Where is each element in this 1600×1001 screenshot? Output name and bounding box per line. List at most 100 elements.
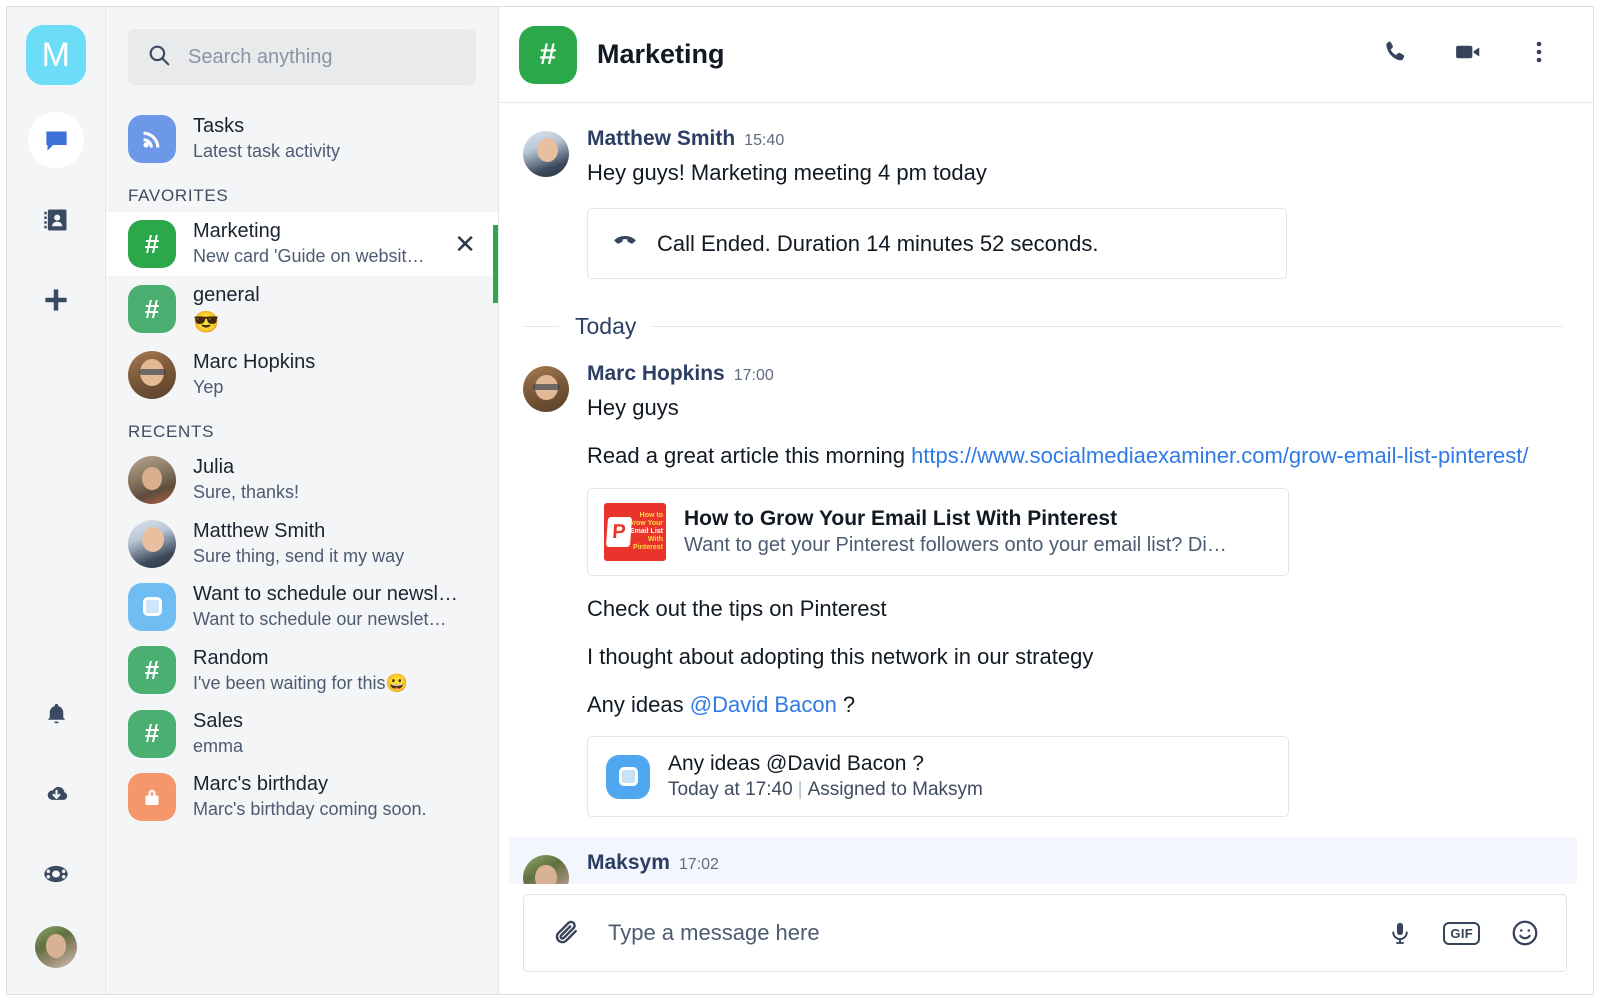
call-ended-text: Call Ended. Duration 14 minutes 52 secon… (657, 231, 1098, 257)
link-preview-card[interactable]: How to Grow Your Email List With Pintere… (587, 488, 1289, 576)
list-item-tasks[interactable]: Tasks Latest task activity (106, 107, 498, 170)
message-composer[interactable]: GIF (523, 894, 1567, 972)
article-link[interactable]: https://www.socialmediaexaminer.com/grow… (911, 443, 1528, 468)
day-divider: Today (523, 313, 1563, 340)
rail-item-downloads[interactable] (28, 766, 84, 822)
close-icon[interactable]: ✕ (446, 227, 484, 261)
list-item-text: general 😎 (193, 283, 476, 336)
app-window: M (6, 6, 1594, 995)
cloud-download-icon (42, 780, 71, 809)
link-preview-title: How to Grow Your Email List With Pintere… (684, 507, 1227, 531)
list-item-title: Marc Hopkins (193, 350, 476, 375)
list-item-subtitle: I've been waiting for this😀 (193, 672, 476, 695)
task-card-title: Any ideas @David Bacon ? (668, 752, 983, 776)
composer-area: GIF (499, 884, 1593, 994)
mention-david-bacon[interactable]: @David Bacon (690, 692, 837, 717)
list-item-subtitle: Latest task activity (193, 140, 476, 163)
search-area (106, 7, 498, 85)
list-item-subtitle: emma (193, 735, 476, 758)
video-call-button[interactable] (1441, 31, 1495, 78)
list-item-marcs-birthday[interactable]: Marc's birthday Marc's birthday coming s… (106, 765, 498, 828)
list-item-subtitle: New card 'Guide on website o… (193, 245, 429, 268)
rail-item-chat[interactable] (28, 112, 84, 168)
list-item-subtitle: 😎 (193, 309, 476, 336)
avatar (523, 131, 569, 177)
rail-item-add[interactable] (28, 272, 84, 328)
phone-icon (1381, 38, 1409, 71)
list-item-title: Random (193, 646, 476, 671)
message-author: Matthew Smith (587, 127, 735, 151)
section-label-favorites: FAVORITES (106, 170, 498, 212)
link-preview-description: Want to get your Pinterest followers ont… (684, 534, 1227, 557)
task-card-meta: Today at 17:40|Assigned to Maksym (668, 779, 983, 801)
list-item-title: Julia (193, 455, 476, 480)
search-box[interactable] (128, 29, 476, 85)
task-card[interactable]: Any ideas @David Bacon ? Today at 17:40|… (587, 736, 1289, 817)
list-item-marketing[interactable]: # Marketing New card 'Guide on website o… (106, 212, 498, 275)
list-item-newsletter-task[interactable]: Want to schedule our newsl… Want to sche… (106, 575, 498, 638)
list-item-title: Marketing (193, 219, 429, 244)
list-item-sales[interactable]: # Sales emma (106, 702, 498, 765)
avatar (128, 456, 176, 504)
divider-line-left (523, 326, 559, 327)
list-item-text: Matthew Smith Sure thing, send it my way (193, 519, 476, 568)
gif-icon[interactable]: GIF (1439, 922, 1484, 945)
message-list[interactable]: Matthew Smith 15:40 Hey guys! Marketing … (499, 103, 1593, 884)
message-text-with-mention: Any ideas @David Bacon ? (587, 689, 1563, 720)
message-text-prefix: Any ideas (587, 692, 690, 717)
list-item-title: Tasks (193, 114, 476, 139)
search-input[interactable] (188, 46, 458, 69)
microphone-icon[interactable] (1383, 919, 1417, 947)
message-input[interactable] (608, 920, 1361, 946)
list-item-random[interactable]: # Random I've been waiting for this😀 (106, 639, 498, 702)
plus-icon (41, 285, 71, 315)
list-item-text: Want to schedule our newsl… Want to sche… (193, 582, 476, 631)
section-label-recents: RECENTS (106, 406, 498, 448)
day-divider-label: Today (575, 313, 636, 340)
app-logo: M (26, 25, 86, 85)
message-meta: Maksym 17:02 (587, 851, 1563, 875)
message-text: I thought about adopting this network in… (587, 641, 1563, 672)
current-user-avatar[interactable] (35, 926, 77, 968)
list-item-matthew-smith[interactable]: Matthew Smith Sure thing, send it my way (106, 512, 498, 575)
list-item-title: Matthew Smith (193, 519, 476, 544)
list-item-marc-hopkins[interactable]: Marc Hopkins Yep (106, 343, 498, 406)
smiley-icon[interactable] (1506, 918, 1544, 948)
message-body: Marc Hopkins 17:00 Hey guys Read a great… (587, 362, 1563, 817)
thumb-line-2: Grow Your (628, 520, 663, 527)
hash-icon: # (128, 220, 176, 268)
message-maksym: Maksym 17:02 Hm..we've already discussed… (509, 837, 1577, 884)
paperclip-icon[interactable] (548, 918, 586, 948)
message-marc-hopkins: Marc Hopkins 17:00 Hey guys Read a great… (523, 356, 1563, 817)
thumb-line-4: With (648, 536, 663, 543)
rail-item-help[interactable] (28, 846, 84, 902)
gif-label: GIF (1443, 922, 1480, 945)
search-icon (146, 42, 172, 73)
chat-header: # Marketing (499, 7, 1593, 103)
list-item-subtitle: Yep (193, 376, 476, 399)
list-item-text: Tasks Latest task activity (193, 114, 476, 163)
rail-item-notifications[interactable] (28, 686, 84, 742)
link-preview-text: How to Grow Your Email List With Pintere… (684, 507, 1227, 557)
list-item-text: Julia Sure, thanks! (193, 455, 476, 504)
hash-icon: # (128, 646, 176, 694)
lock-icon (128, 773, 176, 821)
message-text-with-link: Read a great article this morning https:… (587, 440, 1563, 471)
message-author: Marc Hopkins (587, 362, 725, 386)
pinterest-letter: P (606, 517, 632, 547)
list-item-julia[interactable]: Julia Sure, thanks! (106, 448, 498, 511)
call-ended-icon (610, 226, 640, 261)
message-matthew-smith: Matthew Smith 15:40 Hey guys! Marketing … (523, 121, 1563, 285)
pinterest-thumbnail-icon: How to Grow Your Email List With Pintere… (604, 503, 666, 561)
list-item-title: Marc's birthday (193, 772, 476, 797)
list-item-subtitle: Marc's birthday coming soon. (193, 798, 476, 821)
conversation-list[interactable]: Tasks Latest task activity FAVORITES # M… (106, 85, 498, 994)
avatar (128, 520, 176, 568)
more-options-button[interactable] (1515, 32, 1563, 77)
rail-item-contacts[interactable] (28, 192, 84, 248)
voice-call-button[interactable] (1369, 32, 1421, 77)
message-text-prefix: Read a great article this morning (587, 443, 911, 468)
message-body: Maksym 17:02 Hm..we've already discussed… (587, 851, 1563, 884)
list-item-general[interactable]: # general 😎 (106, 276, 498, 343)
message-text: Check out the tips on Pinterest (587, 593, 1563, 624)
